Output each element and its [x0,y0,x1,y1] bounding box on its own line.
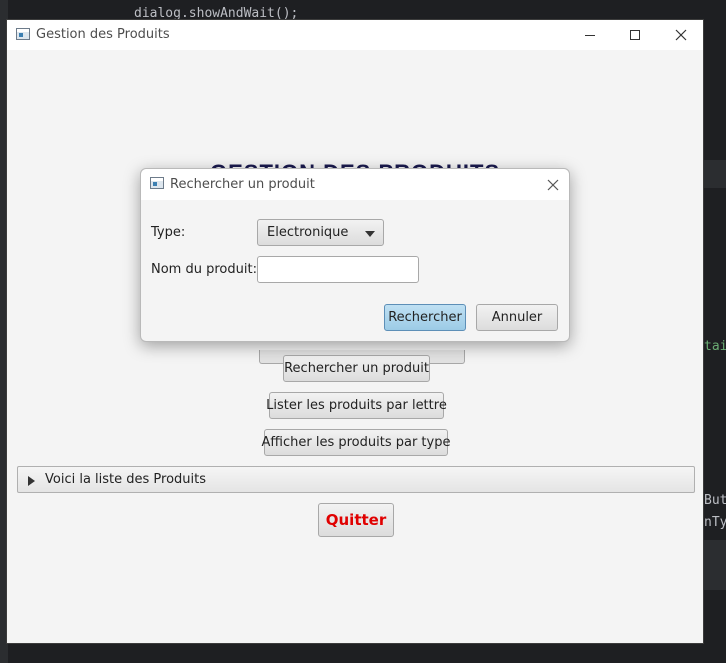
ide-highlight-band [704,540,726,590]
main-titlebar: Gestion des Produits [7,20,703,50]
ide-code-fragment: nTy [704,515,726,530]
show-by-type-button[interactable]: Afficher les produits par type [262,429,450,456]
product-name-input[interactable] [257,256,419,283]
dialog-close-button[interactable] [543,175,563,195]
type-select[interactable]: Electronique [257,219,384,246]
type-label: Type: [151,225,186,240]
close-icon [547,179,559,191]
list-by-letter-button[interactable]: Lister les produits par lettre [266,392,447,419]
dialog-title: Rechercher un produit [170,177,315,192]
dropdown-arrow-icon [365,231,375,237]
dialog-titlebar: Rechercher un produit [141,169,569,200]
quit-button[interactable]: Quitter [318,503,394,537]
app-icon [16,28,30,40]
ide-highlight-band [704,160,726,188]
product-list-pane[interactable]: Voici la liste des Produits [17,466,695,493]
window-title: Gestion des Produits [36,27,170,42]
search-submit-button[interactable]: Rechercher [384,304,466,331]
maximize-button[interactable] [612,20,658,50]
minimize-icon [585,35,595,36]
minimize-button[interactable] [567,20,613,50]
name-label: Nom du produit: [151,262,257,277]
cancel-button[interactable]: Annuler [476,304,558,331]
close-icon [675,29,687,41]
search-dialog: Rechercher un produit Type: Electronique… [140,168,570,342]
app-icon [150,177,164,189]
maximize-icon [630,30,640,40]
type-select-value: Electronique [267,225,349,240]
close-button[interactable] [658,20,704,50]
expand-arrow-icon [28,476,35,486]
search-product-button[interactable]: Rechercher un produit [283,355,430,382]
ide-code-fragment: But [704,493,726,508]
ide-code-fragment: tai [704,339,726,354]
pane-label: Voici la liste des Produits [45,472,207,487]
